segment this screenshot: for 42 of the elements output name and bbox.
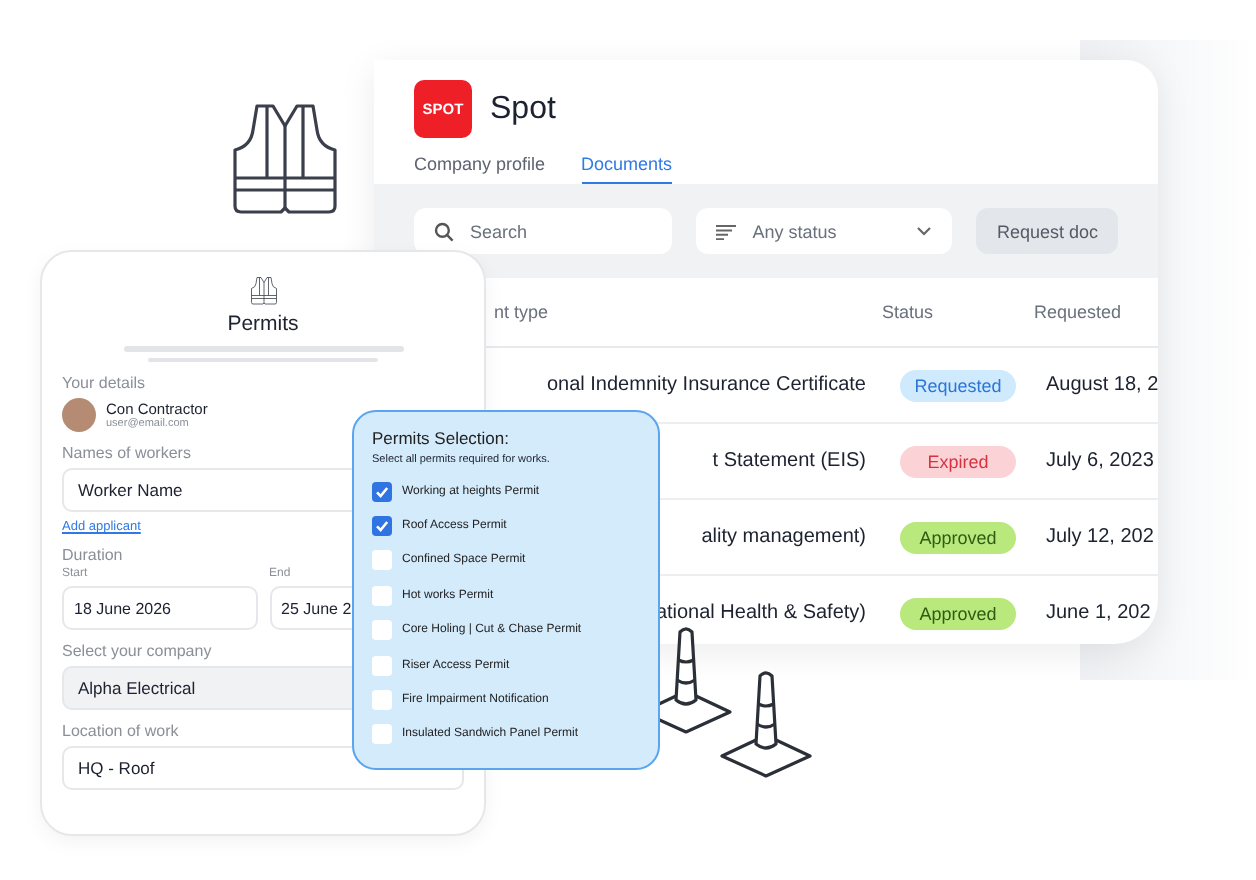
safety-vest-icon (249, 276, 277, 306)
filter-icon (716, 223, 737, 239)
requested-date: June 1, 202 (1046, 602, 1151, 624)
safety-vest-icon (228, 102, 342, 218)
date-field[interactable]: 18 June 2026 (62, 586, 257, 630)
checkbox[interactable] (372, 516, 392, 537)
field-label: Select your company (62, 642, 212, 660)
field-label: Names of workers (62, 444, 191, 462)
requested-date: July 12, 202 (1046, 526, 1154, 548)
panel-title: Permits Selection: (372, 428, 511, 448)
document-name: onal Indemnity Insurance Certificate (546, 374, 866, 396)
checkbox[interactable] (372, 689, 392, 710)
checkbox[interactable] (372, 585, 392, 606)
request-document-button[interactable]: Request doc (976, 208, 1118, 254)
app-title: Spot (490, 91, 556, 127)
status-badge: Expired (900, 445, 1016, 477)
form-title: Permits (227, 312, 299, 336)
chevron-down-icon (916, 226, 933, 236)
search-icon (434, 221, 454, 241)
status-badge: Requested (900, 369, 1016, 401)
search-field[interactable]: Search (414, 208, 673, 254)
status-badge: Approved (900, 597, 1016, 629)
traffic-cone-icon (716, 668, 816, 780)
avatar (62, 398, 96, 432)
field-label: Duration (62, 546, 123, 564)
column-header: Status (882, 302, 934, 322)
document-name: t Statement (EIS) (712, 450, 866, 472)
requested-date: August 18, 2 (1046, 374, 1158, 396)
tab[interactable]: Company profile (414, 154, 546, 184)
field-label: Your details (62, 374, 146, 392)
column-header: nt type (494, 302, 549, 322)
document-name: ality management) (701, 526, 866, 548)
requested-date: July 6, 2023 (1046, 450, 1154, 472)
checkbox[interactable] (372, 655, 392, 676)
checkbox[interactable] (372, 550, 392, 571)
checkbox[interactable] (372, 620, 392, 641)
status-dropdown[interactable]: Any status (696, 208, 953, 254)
checkbox[interactable] (372, 481, 392, 502)
checkbox[interactable] (372, 724, 392, 745)
column-header: Requested (1034, 302, 1122, 322)
field-label: Location of work (62, 722, 179, 740)
status-badge: Approved (900, 521, 1016, 553)
